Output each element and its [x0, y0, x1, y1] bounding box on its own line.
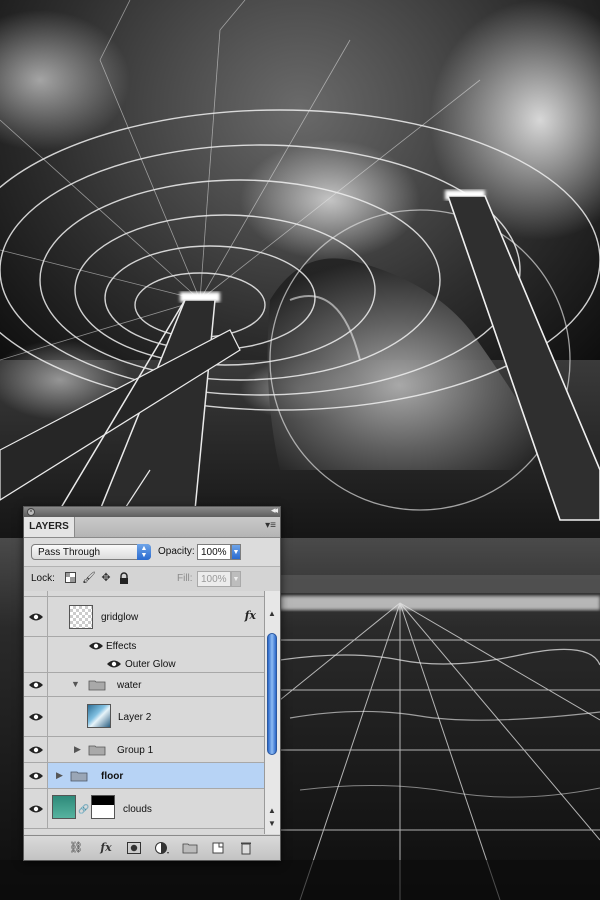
layer-name: Layer 2 [118, 712, 152, 723]
layer-name: Group 1 [117, 745, 154, 756]
opacity-label: Opacity: [158, 546, 195, 557]
layer-row-clouds[interactable]: 🔗 clouds [24, 789, 264, 829]
panel-menu-icon[interactable]: ▾≡ [265, 520, 276, 531]
fill-field[interactable]: 100% [197, 571, 231, 587]
eye-icon[interactable] [88, 641, 104, 651]
scroll-down-arrow-icon[interactable]: ▼ [268, 819, 276, 828]
blend-mode-value: Pass Through [38, 547, 101, 558]
collapse-icon[interactable]: ◂◂ [271, 505, 278, 516]
fx-icon[interactable]: fx [245, 609, 256, 622]
expand-triangle-icon[interactable]: ▶ [74, 744, 81, 755]
eye-icon[interactable] [28, 712, 44, 722]
folder-icon [88, 679, 106, 691]
eye-icon[interactable] [28, 680, 44, 690]
lock-transparent-icon[interactable] [64, 572, 76, 584]
effects-label: Effects [106, 641, 137, 652]
folder-icon [88, 744, 106, 756]
layer-row-floor[interactable]: ▶ floor [24, 763, 264, 789]
eye-icon[interactable] [28, 745, 44, 755]
layer-name: water [117, 680, 142, 691]
brush-icon[interactable]: 🖌 [82, 572, 96, 584]
layer-row-outer-glow[interactable]: Outer Glow [24, 655, 264, 673]
opacity-dropdown-icon[interactable]: ▼ [231, 544, 241, 560]
link-layers-icon[interactable]: ⛓ [68, 841, 84, 855]
layer-name: clouds [123, 804, 152, 815]
eye-icon[interactable] [106, 659, 122, 669]
layer-row-group-1[interactable]: ▶ Group 1 [24, 737, 264, 763]
new-layer-icon[interactable] [210, 841, 226, 855]
adjustment-layer-icon[interactable] [154, 841, 170, 855]
eye-icon[interactable] [28, 612, 44, 622]
tab-layers[interactable]: LAYERS [24, 517, 75, 537]
layer-row-gridglow[interactable]: gridglow fx [24, 597, 264, 637]
mask-thumbnail[interactable] [91, 795, 115, 819]
lock-row: Lock: 🖌 ✥ Fill: 100% ▼ [24, 566, 280, 592]
new-group-icon[interactable] [182, 841, 198, 855]
eye-icon[interactable] [28, 771, 44, 781]
padlock-icon[interactable] [118, 572, 130, 584]
lock-label: Lock: [31, 573, 55, 584]
panel-tab-row: LAYERS ▾≡ [24, 517, 280, 538]
move-icon[interactable]: ✥ [100, 572, 112, 584]
add-style-icon[interactable]: fx [98, 841, 114, 855]
layer-name: floor [101, 771, 124, 782]
panel-bottom-toolbar: ⛓ fx [24, 835, 280, 860]
close-icon[interactable]: × [27, 508, 35, 516]
layer-thumbnail [87, 704, 111, 728]
trash-icon[interactable] [238, 841, 254, 855]
fill-dropdown-icon[interactable]: ▼ [231, 571, 241, 587]
mask-link-icon[interactable]: 🔗 [78, 803, 90, 815]
scroll-up-arrow-icon[interactable]: ▲ [268, 609, 276, 618]
layers-list: gridglow fx Effects Outer Glow ▼ water L… [24, 591, 264, 834]
eye-icon[interactable] [28, 804, 44, 814]
layer-thumbnail [52, 795, 76, 819]
add-mask-icon[interactable] [126, 841, 142, 855]
panel-title-bar[interactable]: × ◂◂ [24, 505, 280, 517]
select-arrows-icon: ▲ ▼ [137, 544, 151, 560]
layer-row-layer-2[interactable]: Layer 2 [24, 697, 264, 737]
expand-triangle-icon[interactable]: ▶ [56, 770, 63, 781]
effect-name: Outer Glow [125, 659, 176, 670]
blend-mode-select[interactable]: Pass Through ▲ ▼ [31, 544, 151, 560]
layer-name: gridglow [101, 612, 139, 623]
blend-row: Pass Through ▲ ▼ Opacity: 100% ▼ [24, 538, 280, 566]
layer-row-effects[interactable]: Effects [24, 637, 264, 655]
layer-row-water[interactable]: ▼ water [24, 673, 264, 697]
folder-icon [70, 770, 88, 782]
expand-triangle-icon[interactable]: ▼ [71, 679, 80, 689]
layers-panel: × ◂◂ LAYERS ▾≡ Pass Through ▲ ▼ Opacity: … [23, 505, 281, 861]
opacity-field[interactable]: 100% [197, 544, 231, 560]
layers-scrollbar[interactable]: ▲ ▲ ▼ [264, 591, 280, 834]
layer-thumbnail [69, 605, 93, 629]
scroll-up-arrow-icon[interactable]: ▲ [268, 806, 276, 815]
fill-label: Fill: [177, 573, 193, 584]
scroll-thumb[interactable] [267, 633, 277, 755]
